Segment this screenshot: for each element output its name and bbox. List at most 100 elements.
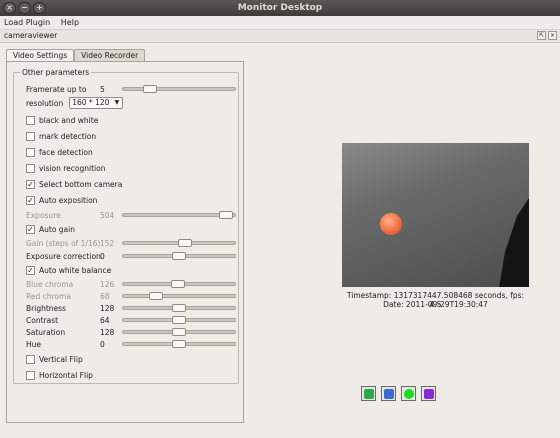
checkbox-auto-white-balance[interactable]: ✓ Auto white balance (26, 264, 111, 276)
brightness-label: Brightness (26, 303, 66, 313)
stop-button[interactable] (421, 386, 436, 401)
red-chroma-slider[interactable] (122, 292, 236, 300)
window-title: Monitor Desktop (237, 3, 323, 13)
other-parameters-group: Other parameters Framerate up to 5 resol… (13, 68, 239, 384)
contrast-row: Contrast 64 (26, 314, 236, 326)
blue-chroma-slider[interactable] (122, 280, 236, 288)
framerate-slider-handle[interactable] (143, 85, 157, 93)
red-chroma-label: Red chroma (26, 291, 71, 301)
contrast-slider-handle[interactable] (172, 316, 186, 324)
checkbox-label: Vertical Flip (39, 354, 83, 364)
gain-label: Gain (steps of 1/16) (26, 238, 101, 248)
red-chroma-value: 68 (100, 291, 110, 301)
plugin-title: cameraviewer (4, 31, 58, 40)
brightness-row: Brightness 128 (26, 302, 236, 314)
checkbox-box[interactable] (26, 115, 35, 125)
blue-chroma-row: Blue chroma 126 (26, 278, 236, 290)
exposure-correction-row: Exposure correction 0 (26, 250, 236, 262)
checkbox-label: face detection (39, 147, 93, 157)
hue-row: Hue 0 (26, 338, 236, 350)
hue-slider-handle[interactable] (172, 340, 186, 348)
checkbox-label: Horizontal Flip (39, 370, 93, 380)
gain-value: 152 (100, 238, 115, 248)
hue-slider[interactable] (122, 340, 236, 348)
record-button[interactable] (401, 386, 416, 401)
brightness-slider[interactable] (122, 304, 236, 312)
record-icon (403, 388, 414, 399)
checkbox-box[interactable] (26, 147, 35, 157)
checkbox-bottom-camera[interactable]: ✓ Select bottom camera (26, 178, 122, 190)
gain-row: Gain (steps of 1/16) 152 (26, 237, 236, 249)
checkbox-vertical-flip[interactable]: Vertical Flip (26, 353, 83, 365)
resolution-select[interactable]: 160 * 120 ▼ (69, 97, 124, 109)
play-icon (363, 388, 374, 399)
red-chroma-slider-handle[interactable] (149, 292, 163, 300)
video-background (342, 143, 529, 287)
gain-slider[interactable] (122, 239, 236, 247)
undock-icon[interactable]: ⇱ (537, 31, 546, 40)
checkbox-box[interactable]: ✓ (26, 224, 35, 234)
exposure-correction-value: 0 (100, 251, 105, 261)
checkbox-box[interactable] (26, 354, 35, 364)
exposure-slider-handle[interactable] (219, 211, 233, 219)
blue-chroma-slider-handle[interactable] (171, 280, 185, 288)
checkbox-box[interactable] (26, 370, 35, 380)
close-plugin-icon[interactable]: × (548, 31, 557, 40)
menu-help[interactable]: Help (57, 16, 83, 30)
maximize-window-button[interactable]: + (33, 2, 46, 14)
contrast-value: 64 (100, 315, 110, 325)
checkbox-label: Auto white balance (39, 265, 112, 275)
date-text: Date: 2011-09-29T19:30:47 (383, 300, 488, 309)
checkbox-box[interactable] (26, 131, 35, 141)
playback-controls (361, 386, 436, 401)
framerate-slider[interactable] (122, 85, 236, 93)
checkbox-box[interactable]: ✓ (26, 265, 35, 275)
checkbox-box[interactable] (26, 163, 35, 173)
exposure-slider[interactable] (122, 211, 236, 219)
pause-button[interactable] (381, 386, 396, 401)
close-window-button[interactable]: × (3, 2, 16, 14)
exposure-correction-slider-handle[interactable] (172, 252, 186, 260)
pause-icon (383, 388, 394, 399)
menu-bar: Load Plugin Help (0, 16, 560, 30)
saturation-slider[interactable] (122, 328, 236, 336)
framerate-label: Framerate up to (26, 84, 87, 94)
checkbox-box[interactable]: ✓ (26, 195, 35, 205)
menu-load-plugin[interactable]: Load Plugin (0, 16, 54, 30)
checkbox-black-white[interactable]: black and white (26, 114, 98, 126)
group-title: Other parameters (20, 68, 92, 77)
checkbox-mark-detection[interactable]: mark detection (26, 130, 96, 142)
saturation-slider-handle[interactable] (172, 328, 186, 336)
main-window: × − + Monitor Desktop Load Plugin Help c… (0, 0, 560, 438)
video-settings-panel: Other parameters Framerate up to 5 resol… (6, 61, 244, 423)
checkbox-label: black and white (39, 115, 99, 125)
hue-value: 0 (100, 339, 105, 349)
orange-ball (380, 213, 402, 235)
checkbox-label: Auto exposition (39, 195, 98, 205)
minimize-window-button[interactable]: − (18, 2, 31, 14)
exposure-label: Exposure (26, 210, 61, 220)
resolution-value: 160 * 120 (72, 98, 110, 107)
checkbox-auto-exposition[interactable]: ✓ Auto exposition (26, 194, 97, 206)
exposure-correction-slider[interactable] (122, 252, 236, 260)
blue-chroma-value: 126 (100, 279, 115, 289)
contrast-slider[interactable] (122, 316, 236, 324)
gain-slider-handle[interactable] (178, 239, 192, 247)
saturation-label: Saturation (26, 327, 66, 337)
hue-label: Hue (26, 339, 42, 349)
resolution-row: resolution 160 * 120 ▼ (26, 97, 124, 109)
title-bar: × − + Monitor Desktop (0, 0, 560, 16)
checkbox-face-detection[interactable]: face detection (26, 146, 93, 158)
contrast-label: Contrast (26, 315, 59, 325)
checkbox-box[interactable]: ✓ (26, 179, 35, 189)
checkbox-vision-recognition[interactable]: vision recognition (26, 162, 105, 174)
checkbox-auto-gain[interactable]: ✓ Auto gain (26, 223, 75, 235)
brightness-slider-handle[interactable] (172, 304, 186, 312)
checkbox-label: Auto gain (39, 224, 75, 234)
checkbox-horizontal-flip[interactable]: Horizontal Flip (26, 369, 93, 381)
plugin-dock-bar: cameraviewer ⇱ × (0, 30, 560, 43)
stop-icon (423, 388, 434, 399)
play-button[interactable] (361, 386, 376, 401)
chevron-down-icon: ▼ (114, 99, 120, 106)
brightness-value: 128 (100, 303, 115, 313)
